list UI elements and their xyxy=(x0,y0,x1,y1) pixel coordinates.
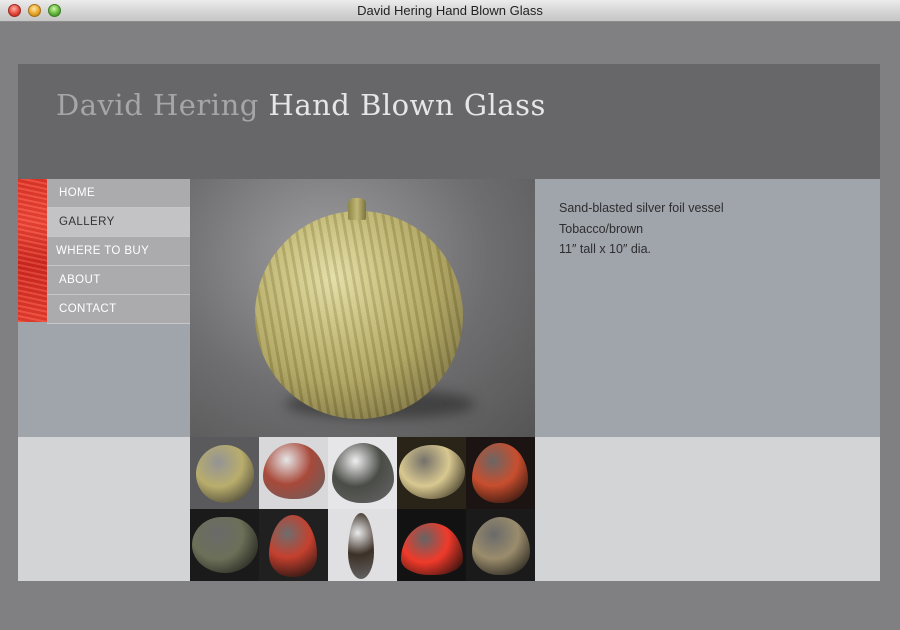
site-header: David Hering Hand Blown Glass xyxy=(18,64,880,179)
description-title: Sand-blasted silver foil vessel xyxy=(559,201,724,215)
site-title-name: David Hering xyxy=(56,88,259,122)
window-titlebar[interactable]: David Hering Hand Blown Glass xyxy=(0,0,900,22)
speckled-tan-vessel-thumbnail[interactable] xyxy=(466,509,535,581)
nav-item-where-to-buy[interactable]: WHERE TO BUY xyxy=(47,237,190,266)
vessel-description: Sand-blasted silver foil vessel Tobacco/… xyxy=(559,198,724,260)
cream-round-vessel-thumbnail[interactable] xyxy=(397,437,466,509)
nav-item-gallery[interactable]: GALLERY xyxy=(47,208,190,237)
thumbnail-vessel-shape xyxy=(472,517,530,575)
site-title-tagline: Hand Blown Glass xyxy=(268,88,546,122)
thumbnail-vessel-shape xyxy=(192,517,258,573)
tall-mosaic-vessel-thumbnail[interactable] xyxy=(328,509,397,581)
main-vessel-photo xyxy=(190,179,535,437)
thumbnail-vessel-shape xyxy=(269,515,317,577)
ribbed-black-vessel-thumbnail[interactable] xyxy=(328,437,397,509)
green-speckled-vessel-thumbnail[interactable] xyxy=(190,509,259,581)
vessel-neck xyxy=(348,198,366,220)
thumbnail-vessel-shape xyxy=(196,445,254,503)
thumbnail-vessel-shape xyxy=(401,523,463,575)
thumbnail-vessel-shape xyxy=(399,445,465,499)
sidebar-accent-strip xyxy=(18,179,47,322)
thumbnail-vessel-shape xyxy=(348,513,374,579)
red-onion-vessel-thumbnail[interactable] xyxy=(259,437,328,509)
site-title[interactable]: David Hering Hand Blown Glass xyxy=(56,88,546,122)
gold-round-vessel-thumbnail[interactable] xyxy=(190,437,259,509)
nav-item-about[interactable]: ABOUT xyxy=(47,266,190,295)
main-nav: HOME GALLERY WHERE TO BUY ABOUT CONTACT xyxy=(47,179,190,324)
orange-speckled-vessel-thumbnail[interactable] xyxy=(466,437,535,509)
red-teardrop-vessel-thumbnail[interactable] xyxy=(259,509,328,581)
nav-item-home[interactable]: HOME xyxy=(47,179,190,208)
description-color: Tobacco/brown xyxy=(559,221,644,236)
description-dimensions: 11″ tall x 10″ dia. xyxy=(559,242,652,256)
nav-item-contact[interactable]: CONTACT xyxy=(47,295,190,324)
thumbnail-grid xyxy=(190,437,535,581)
thumbnail-vessel-shape xyxy=(332,443,394,503)
thumbnail-vessel-shape xyxy=(472,443,528,503)
bright-red-vessel-thumbnail[interactable] xyxy=(397,509,466,581)
thumbnail-vessel-shape xyxy=(263,443,325,499)
window-title: David Hering Hand Blown Glass xyxy=(357,3,543,18)
vessel-body xyxy=(255,211,463,419)
site-frame: David Hering Hand Blown Glass HOME GALLE… xyxy=(18,64,880,581)
